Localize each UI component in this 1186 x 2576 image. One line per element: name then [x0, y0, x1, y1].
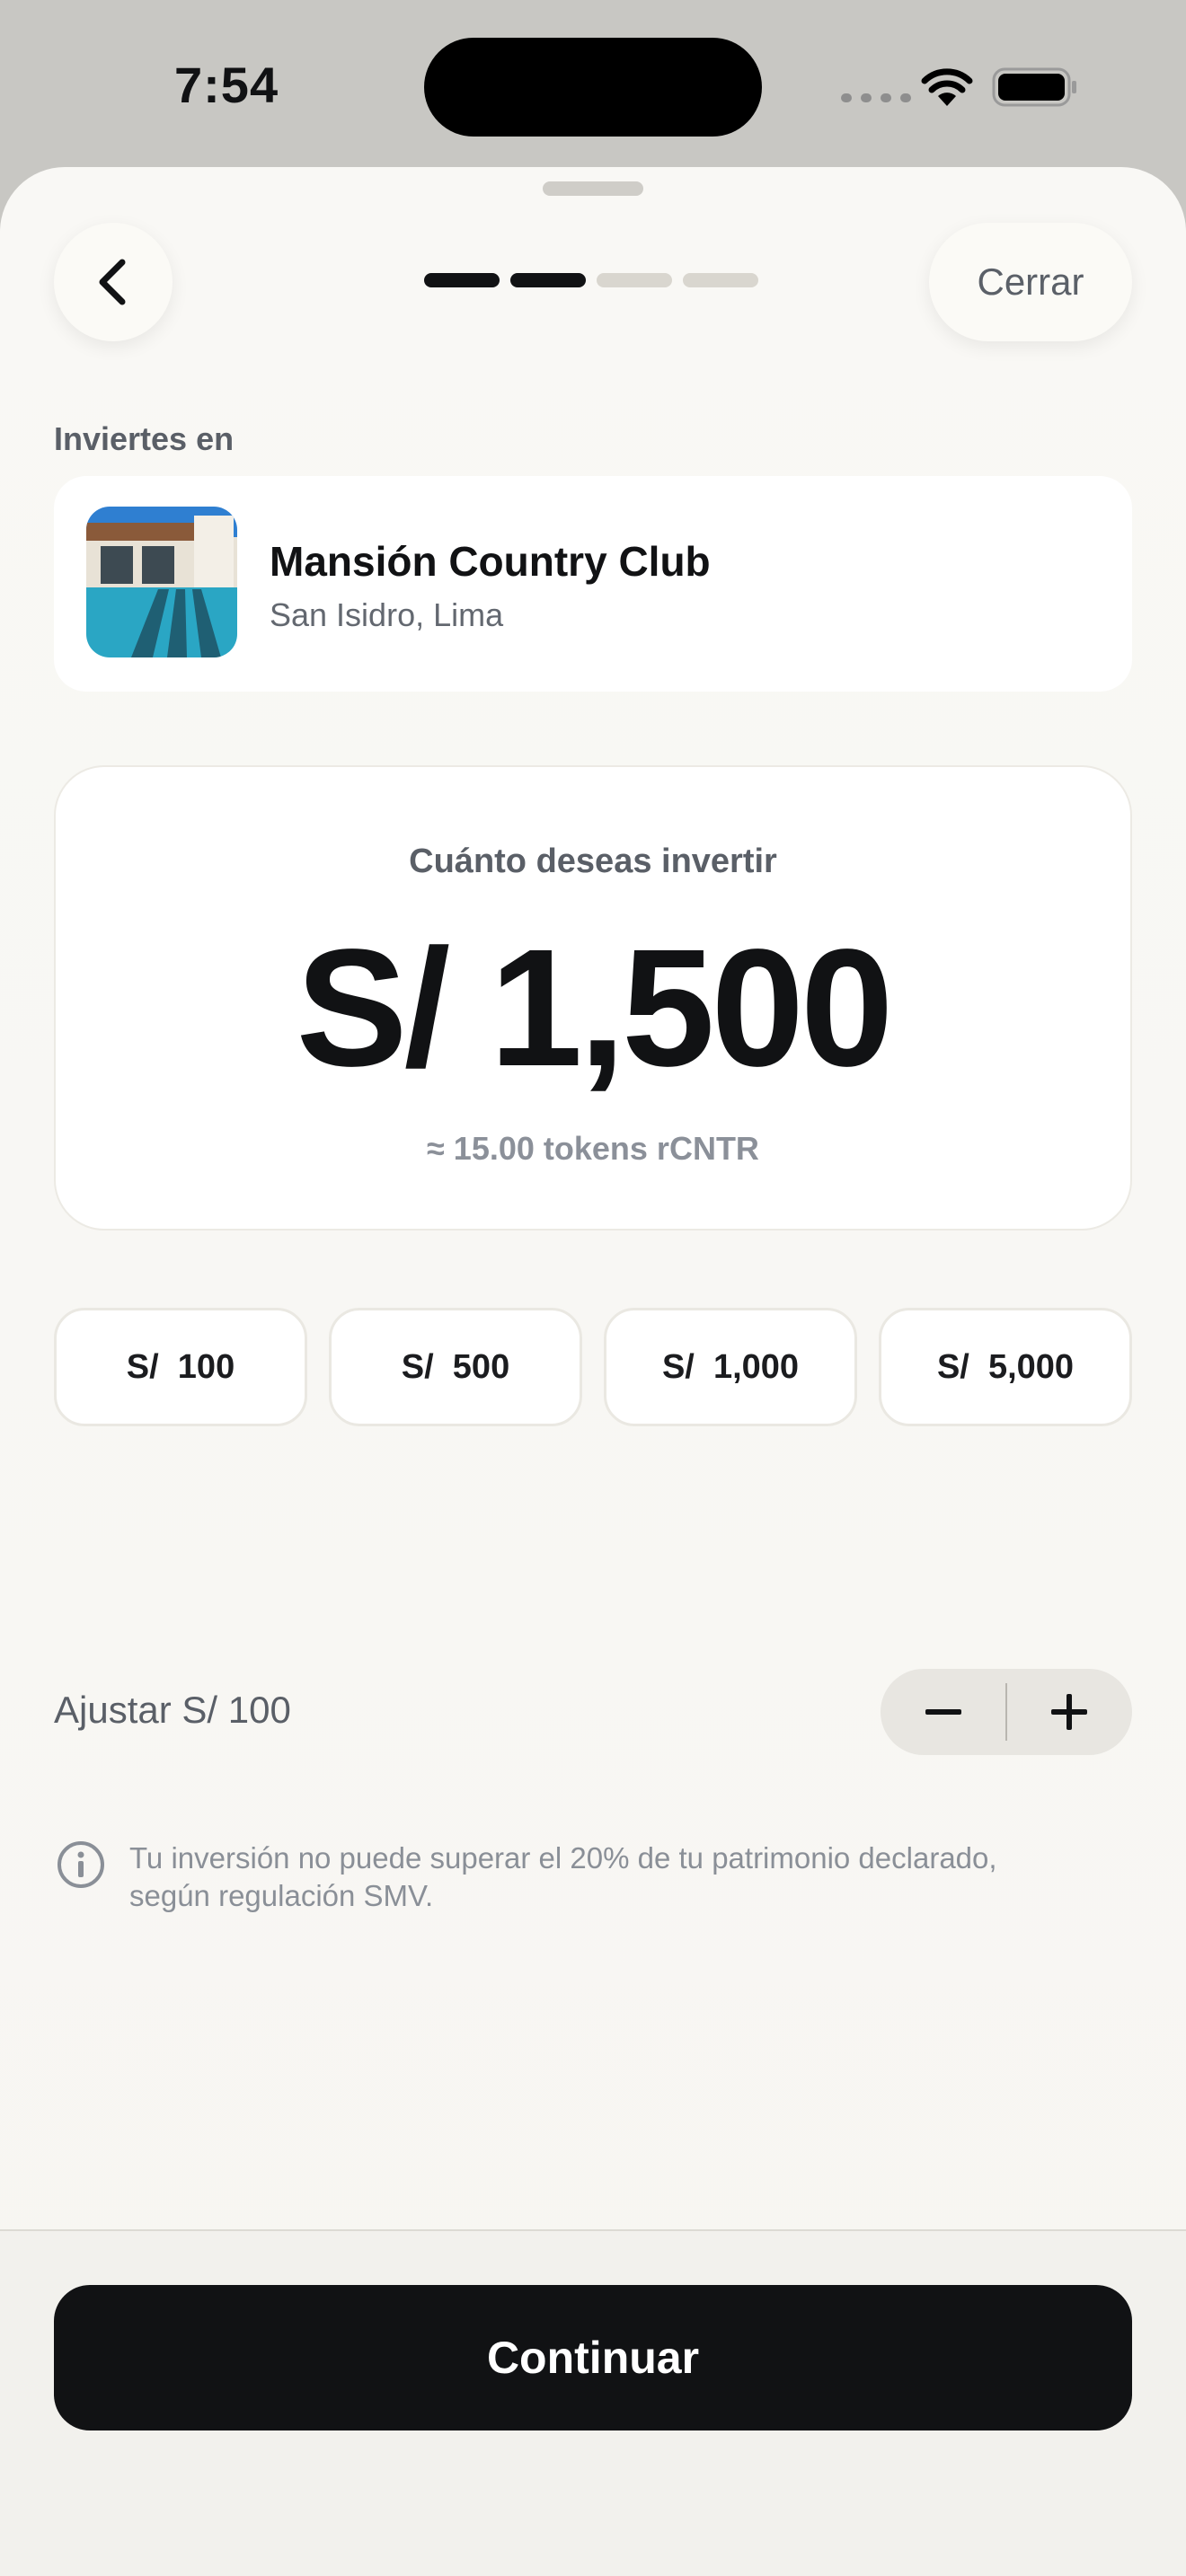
- status-bar: 7:54: [0, 0, 1186, 167]
- wifi-icon: [921, 68, 973, 106]
- cellular-signal-icon: [841, 93, 911, 102]
- progress-step-3: [597, 273, 672, 287]
- preset-100-button[interactable]: S/ 100: [54, 1308, 307, 1426]
- preset-500-button[interactable]: S/ 500: [329, 1308, 582, 1426]
- token-equivalent: ≈ 15.00 tokens rCNTR: [427, 1130, 759, 1167]
- invest-sheet: Cerrar Inviertes en Mansión Country Club…: [0, 167, 1186, 2576]
- chevron-left-icon: [99, 259, 126, 305]
- amount-label: Cuánto deseas invertir: [409, 842, 777, 880]
- back-button[interactable]: [54, 223, 173, 341]
- footer-bar: Continuar: [0, 2229, 1186, 2576]
- amount-value[interactable]: S/ 1,500: [56, 925, 1130, 1092]
- progress-step-4: [683, 273, 758, 287]
- progress-step-1: [424, 273, 500, 287]
- property-thumbnail: [86, 507, 237, 657]
- plus-icon: [1051, 1694, 1087, 1730]
- preset-5000-button[interactable]: S/ 5,000: [879, 1308, 1132, 1426]
- decrease-button[interactable]: [881, 1669, 1006, 1755]
- stepper-divider: [1005, 1683, 1007, 1741]
- amount-stepper: [881, 1669, 1132, 1755]
- battery-icon: [992, 67, 1076, 107]
- property-name: Mansión Country Club: [270, 538, 711, 585]
- section-label: Inviertes en: [54, 420, 235, 457]
- dynamic-island: [424, 38, 762, 137]
- regulation-note: Tu inversión no puede superar el 20% de …: [129, 1841, 997, 1912]
- sheet-grabber[interactable]: [543, 181, 643, 196]
- preset-1000-button[interactable]: S/ 1,000: [604, 1308, 857, 1426]
- info-icon: [58, 1841, 104, 1888]
- adjust-label: Ajustar S/ 100: [54, 1689, 291, 1731]
- status-time: 7:54: [174, 57, 279, 113]
- continue-button[interactable]: Continuar: [54, 2285, 1132, 2430]
- preset-amounts: S/ 100 S/ 500 S/ 1,000 S/ 5,000: [54, 1308, 1132, 1426]
- property-card[interactable]: Mansión Country Club San Isidro, Lima: [54, 476, 1132, 692]
- property-location: San Isidro, Lima: [270, 596, 504, 633]
- increase-button[interactable]: [1006, 1669, 1132, 1755]
- close-button[interactable]: Cerrar: [929, 223, 1132, 341]
- progress-step-2: [510, 273, 586, 287]
- amount-card: Cuánto deseas invertir S/ 1,500 ≈ 15.00 …: [54, 765, 1132, 1231]
- minus-icon: [925, 1709, 961, 1715]
- step-progress: [424, 273, 758, 287]
